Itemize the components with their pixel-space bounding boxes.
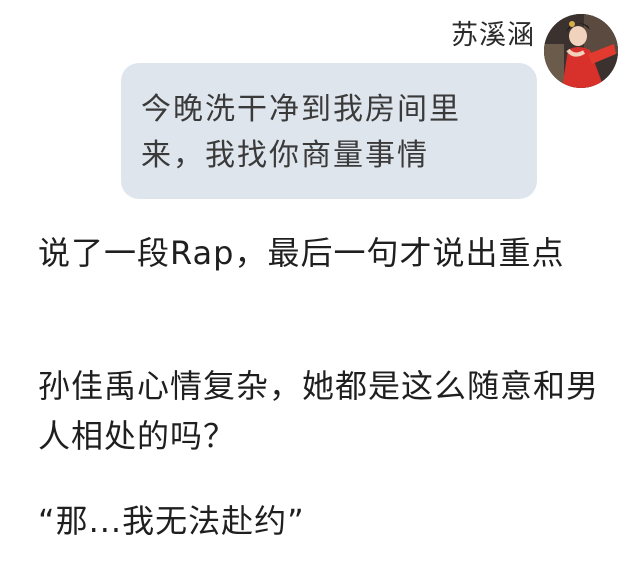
article-paragraph-3: “那...我无法赴约” [38, 502, 305, 540]
sender-name: 苏溪涵 [451, 20, 535, 51]
screenshot-page: 苏溪涵 今晚洗干净到我房间里来，我找你商量事情 说了一段Rap，最后一句才说出重… [0, 0, 640, 574]
avatar-photo-icon [544, 14, 618, 88]
avatar[interactable] [544, 14, 618, 88]
message-bubble: 今晚洗干净到我房间里来，我找你商量事情 [121, 63, 537, 199]
article-paragraph-1: 说了一段Rap，最后一句才说出重点 [38, 234, 565, 272]
article-paragraph-2: 孙佳禹心情复杂，她都是这么随意和男人相处的吗？ [38, 367, 600, 455]
